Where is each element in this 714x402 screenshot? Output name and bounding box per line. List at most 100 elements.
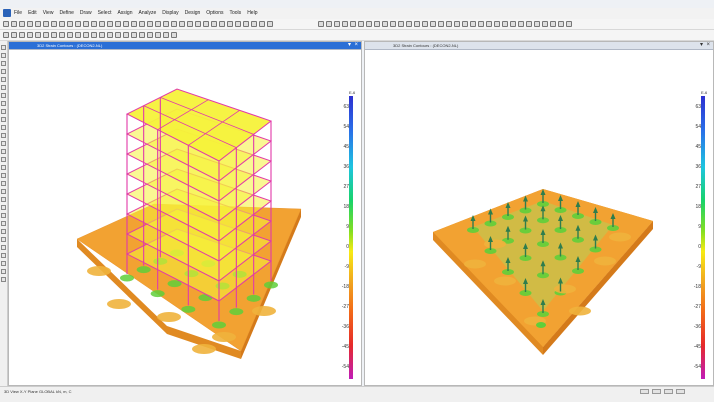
toolbar-button[interactable] [51,32,57,38]
left-model-window[interactable]: 3D2 Strain Contours : (DECON2-NL) ▾ × E-… [8,41,362,386]
toolbar-button[interactable] [518,21,524,27]
toolbar-button[interactable] [35,21,41,27]
toolbar-button[interactable] [203,21,209,27]
toolbar-button[interactable] [470,21,476,27]
status-button[interactable] [640,389,649,394]
toolbar-button[interactable] [438,21,444,27]
toolbar-button[interactable] [27,21,33,27]
toolbar-button[interactable] [11,32,17,38]
toolbar-button[interactable] [59,32,65,38]
side-tool-button[interactable] [1,77,6,82]
toolbar-button[interactable] [35,32,41,38]
status-button[interactable] [652,389,661,394]
toolbar-button[interactable] [358,21,364,27]
toolbar-button[interactable] [99,21,105,27]
side-tool-button[interactable] [1,237,6,242]
side-tool-button[interactable] [1,69,6,74]
toolbar-button[interactable] [550,21,556,27]
close-icon[interactable]: × [354,42,358,49]
toolbar-button[interactable] [163,32,169,38]
toolbar-button[interactable] [11,21,17,27]
side-tool-button[interactable] [1,133,6,138]
toolbar-button[interactable] [334,21,340,27]
left-3d-building-view[interactable] [9,49,361,385]
toolbar-button[interactable] [478,21,484,27]
side-tool-button[interactable] [1,125,6,130]
toolbar-button[interactable] [43,32,49,38]
close-icon[interactable]: × [706,42,710,49]
toolbar-button[interactable] [51,21,57,27]
side-tool-button[interactable] [1,141,6,146]
toolbar-button[interactable] [83,32,89,38]
menu-item[interactable]: Analyze [138,10,156,17]
toolbar-button[interactable] [446,21,452,27]
menu-item[interactable]: Draw [80,10,92,17]
toolbar-button[interactable] [19,21,25,27]
side-tool-button[interactable] [1,253,6,258]
side-tool-button[interactable] [1,85,6,90]
status-button[interactable] [664,389,673,394]
menu-item[interactable]: Display [162,10,178,17]
toolbar-button[interactable] [75,32,81,38]
side-tool-button[interactable] [1,277,6,282]
toolbar-button[interactable] [422,21,428,27]
toolbar-button[interactable] [83,21,89,27]
side-tool-button[interactable] [1,149,6,154]
menu-item[interactable]: Assign [117,10,132,17]
side-tool-button[interactable] [1,197,6,202]
toolbar-button[interactable] [486,21,492,27]
menu-item[interactable]: Define [59,10,73,17]
pin-icon[interactable]: ▾ [700,42,703,49]
toolbar-button[interactable] [430,21,436,27]
right-model-window[interactable]: 3D2 Strain Contours : (DECON2-NL) ▾ × E-… [364,41,714,386]
side-tool-button[interactable] [1,269,6,274]
toolbar-button[interactable] [366,21,372,27]
toolbar-button[interactable] [534,21,540,27]
menu-item[interactable]: Design [185,10,201,17]
side-tool-button[interactable] [1,189,6,194]
toolbar-button[interactable] [251,21,257,27]
side-tool-button[interactable] [1,229,6,234]
toolbar-button[interactable] [211,21,217,27]
side-tool-button[interactable] [1,213,6,218]
toolbar-button[interactable] [390,21,396,27]
side-tool-button[interactable] [1,61,6,66]
side-tool-button[interactable] [1,101,6,106]
toolbar-button[interactable] [179,21,185,27]
side-tool-button[interactable] [1,109,6,114]
toolbar-button[interactable] [374,21,380,27]
toolbar-button[interactable] [43,21,49,27]
toolbar-button[interactable] [382,21,388,27]
toolbar-button[interactable] [414,21,420,27]
menu-item[interactable]: Help [247,10,257,17]
toolbar-button[interactable] [259,21,265,27]
toolbar-button[interactable] [147,21,153,27]
menu-item[interactable]: Options [206,10,223,17]
side-tool-button[interactable] [1,181,6,186]
toolbar-button[interactable] [342,21,348,27]
menu-item[interactable]: Edit [28,10,37,17]
status-button[interactable] [676,389,685,394]
pin-icon[interactable]: ▾ [348,42,351,49]
toolbar-button[interactable] [59,21,65,27]
toolbar-button[interactable] [3,32,9,38]
side-tool-button[interactable] [1,117,6,122]
toolbar-button[interactable] [195,21,201,27]
toolbar-button[interactable] [219,21,225,27]
toolbar-button[interactable] [99,32,105,38]
toolbar-button[interactable] [326,21,332,27]
toolbar-button[interactable] [558,21,564,27]
toolbar-button[interactable] [3,21,9,27]
toolbar-button[interactable] [462,21,468,27]
toolbar-button[interactable] [155,21,161,27]
side-tool-button[interactable] [1,261,6,266]
toolbar-button[interactable] [91,21,97,27]
toolbar-button[interactable] [171,32,177,38]
toolbar-button[interactable] [542,21,548,27]
toolbar-button[interactable] [123,32,129,38]
toolbar-button[interactable] [139,32,145,38]
toolbar-button[interactable] [171,21,177,27]
toolbar-button[interactable] [131,21,137,27]
toolbar-button[interactable] [235,21,241,27]
side-tool-button[interactable] [1,205,6,210]
